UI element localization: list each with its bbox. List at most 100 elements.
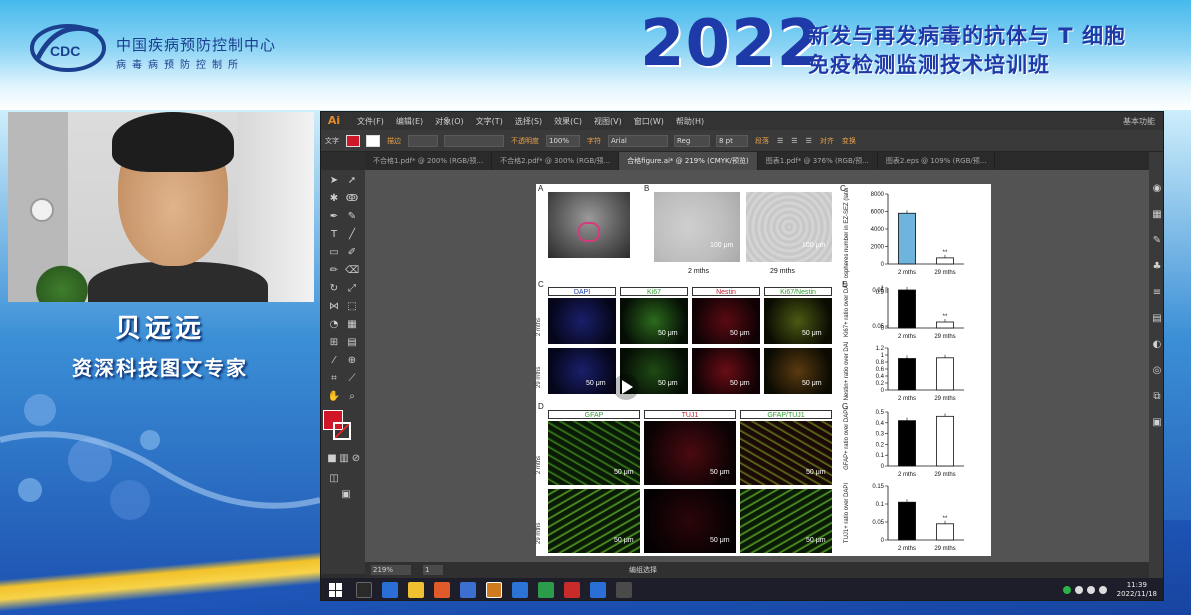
menu-effect[interactable]: 效果(C) [548,116,588,127]
opacity-link[interactable]: 不透明度 [507,136,543,146]
scale-tool-icon[interactable]: ⤢ [345,282,359,296]
canvas-area[interactable]: A B C C D E G 100 μm 100 μm 2 mths 29 mt… [365,170,1149,562]
menu-view[interactable]: 视图(V) [588,116,628,127]
tab-document-active[interactable]: 合格figure.ai* @ 219% (CMYK/预览) [619,152,758,170]
zoom-level-field[interactable]: 219% [371,565,411,575]
align-right-icon[interactable]: ☰ [802,137,816,145]
menu-type[interactable]: 文字(T) [470,116,509,127]
app-icon-1[interactable] [434,582,450,598]
fill-swatch[interactable] [346,134,360,147]
color-panel-icon[interactable]: ◉ [1150,182,1163,196]
lasso-tool-icon[interactable]: ↂ [345,192,359,206]
x-tick-label: 2 mths [898,546,916,552]
font-style-field[interactable]: Reg [674,134,710,147]
character-link[interactable]: 字符 [583,136,605,146]
perspective-tool-icon[interactable]: ▦ [345,318,359,332]
brushes-panel-icon[interactable]: ✎ [1150,234,1163,248]
eyedropper-tool-icon[interactable]: ⁄ [327,354,341,368]
align-link[interactable]: 对齐 [816,136,838,146]
app-icon-3[interactable] [538,582,554,598]
line-tool-icon[interactable]: ╱ [345,228,359,242]
layers-panel-icon[interactable]: ⧉ [1150,390,1163,404]
pen-tool-icon[interactable]: ✒ [327,210,341,224]
artboard-number-field[interactable]: 1 [423,565,443,575]
stroke-weight-field[interactable] [408,134,438,147]
stroke-swatch[interactable] [366,134,380,147]
opacity-field[interactable]: 100% [546,134,580,147]
paragraph-link[interactable]: 段落 [751,136,773,146]
video-play-icon[interactable] [613,374,639,400]
menu-file[interactable]: 文件(F) [351,116,390,127]
stroke-link[interactable]: 描边 [383,136,405,146]
app-icon-2[interactable] [460,582,476,598]
menu-help[interactable]: 帮助(H) [670,116,710,127]
mesh-tool-icon[interactable]: ⊞ [327,336,341,350]
rectangle-tool-icon[interactable]: ▭ [327,246,341,260]
free-transform-tool-icon[interactable]: ⬚ [345,300,359,314]
file-explorer-icon[interactable] [408,582,424,598]
blend-tool-icon[interactable]: ⊕ [345,354,359,368]
stroke-color-box[interactable] [333,422,351,440]
align-left-icon[interactable]: ☰ [773,137,787,145]
zoom-tool-icon[interactable]: ⌕ [345,390,359,404]
transparency-panel-icon[interactable]: ◐ [1150,338,1163,352]
symbols-panel-icon[interactable]: ♣ [1150,260,1163,274]
acrobat-taskbar-icon[interactable] [564,582,580,598]
font-family-field[interactable]: Arial [608,134,668,147]
tab-document-2[interactable]: 不合格2.pdf* @ 300% (RGB/预... [492,152,620,170]
menu-object[interactable]: 对象(O) [429,116,470,127]
hand-tool-icon[interactable]: ✋ [327,390,341,404]
artboard-figure[interactable]: A B C C D E G 100 μm 100 μm 2 mths 29 mt… [536,184,991,556]
workspace-switcher[interactable]: 基本功能 [1123,116,1163,127]
draw-mode-icon[interactable]: ◫ [327,472,341,486]
selection-tool-icon[interactable]: ➤ [327,174,341,188]
artboards-panel-icon[interactable]: ▣ [1150,416,1163,430]
pencil-tool-icon[interactable]: ✏ [327,264,341,278]
taskbar-clock[interactable]: 11:39 2022/11/18 [1117,581,1157,599]
direct-selection-tool-icon[interactable]: ➚ [345,174,359,188]
slice-tool-icon[interactable]: ⟋ [345,372,359,386]
tab-document-5[interactable]: 图表2.eps @ 109% (RGB/预... [878,152,996,170]
font-size-field[interactable]: 8 pt [716,134,748,147]
tab-document-1[interactable]: 不合格1.pdf* @ 200% (RGB/预... [365,152,493,170]
photoshop-taskbar-icon[interactable] [512,582,528,598]
type-tool-icon[interactable]: T [327,228,341,242]
tray-network-icon[interactable] [1074,586,1083,594]
event-banner: CDC 中国疾病预防控制中心 病毒病预防控制所 2022 新发与再发病毒的抗体与… [0,0,1191,110]
swatches-panel-icon[interactable]: ▦ [1150,208,1163,222]
task-view-icon[interactable] [382,582,398,598]
browser-taskbar-icon[interactable] [590,582,606,598]
windows-start-icon[interactable] [329,583,343,597]
menu-select[interactable]: 选择(S) [509,116,548,127]
align-center-icon[interactable]: ☰ [787,137,801,145]
rotate-tool-icon[interactable]: ↻ [327,282,341,296]
transform-link[interactable]: 变换 [838,136,860,146]
stroke-panel-icon[interactable]: ≡ [1150,286,1163,300]
artboard-tool-icon[interactable]: ⌗ [327,372,341,386]
tray-wechat-icon[interactable] [1062,586,1071,594]
paintbrush-tool-icon[interactable]: ✐ [345,246,359,260]
magic-wand-tool-icon[interactable]: ✱ [327,192,341,206]
shape-builder-tool-icon[interactable]: ◔ [327,318,341,332]
tab-document-4[interactable]: 图表1.pdf* @ 376% (RGB/预... [758,152,878,170]
search-icon[interactable] [356,582,372,598]
none-mode-icon[interactable]: ⊘ [349,452,363,466]
tray-input-icon[interactable] [1098,586,1107,594]
y-tick-label: 0.3 [876,432,885,438]
clock-time: 11:39 [1126,581,1147,589]
screen-mode-icon[interactable]: ▣ [339,488,353,502]
appearance-panel-icon[interactable]: ◎ [1150,364,1163,378]
variable-width-field[interactable] [444,134,504,147]
illustrator-taskbar-icon[interactable] [486,582,502,598]
menu-edit[interactable]: 编辑(E) [390,116,429,127]
gradient-panel-icon[interactable]: ▤ [1150,312,1163,326]
gradient-tool-icon[interactable]: ▤ [345,336,359,350]
menu-window[interactable]: 窗口(W) [628,116,670,127]
eraser-tool-icon[interactable]: ⌫ [345,264,359,278]
bar-1 [936,523,954,541]
app-icon-4[interactable] [616,582,632,598]
width-tool-icon[interactable]: ⋈ [327,300,341,314]
curvature-tool-icon[interactable]: ✎ [345,210,359,224]
significance-label: ** [943,250,948,256]
tray-volume-icon[interactable] [1086,586,1095,594]
